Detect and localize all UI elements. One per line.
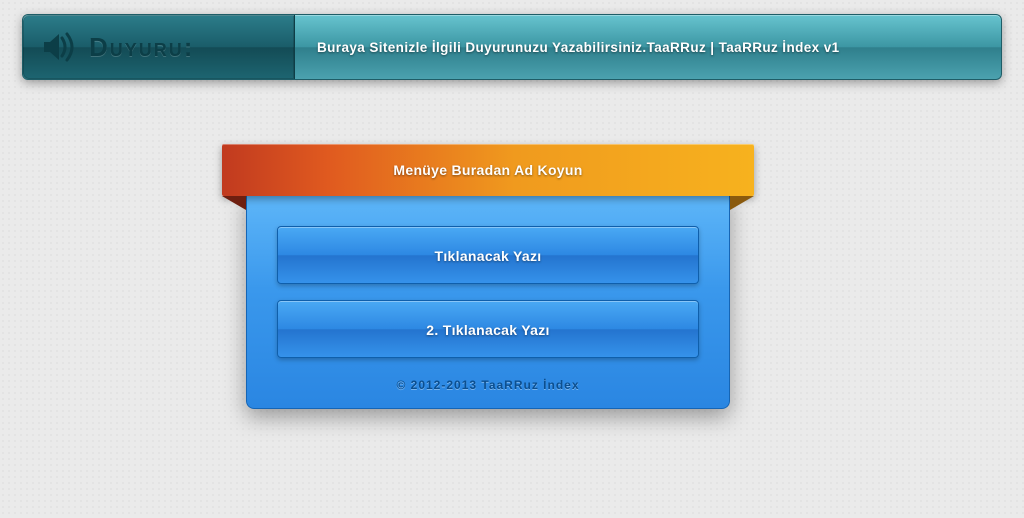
menu-item-2[interactable]: 2. Tıklanacak Yazı: [277, 300, 699, 358]
speaker-icon: [41, 30, 79, 64]
menu-title: Menüye Buradan Ad Koyun: [393, 162, 582, 178]
menu-body: Tıklanacak Yazı 2. Tıklanacak Yazı © 201…: [246, 192, 730, 409]
menu-item-1[interactable]: Tıklanacak Yazı: [277, 226, 699, 284]
announcement-badge: Duyuru:: [23, 15, 295, 79]
footer-text: © 2012-2013 TaaRRuz İndex: [277, 374, 699, 392]
menu-panel: Menüye Buradan Ad Koyun Tıklanacak Yazı …: [246, 144, 730, 409]
announcement-bar: Duyuru: Buraya Sitenizle İlgili Duyurunu…: [22, 14, 1002, 80]
menu-ribbon: Menüye Buradan Ad Koyun: [222, 144, 754, 196]
announcement-text-wrap: Buraya Sitenizle İlgili Duyurunuzu Yazab…: [295, 15, 1001, 79]
announcement-text: Buraya Sitenizle İlgili Duyurunuzu Yazab…: [317, 40, 840, 55]
announcement-title: Duyuru:: [89, 32, 194, 63]
